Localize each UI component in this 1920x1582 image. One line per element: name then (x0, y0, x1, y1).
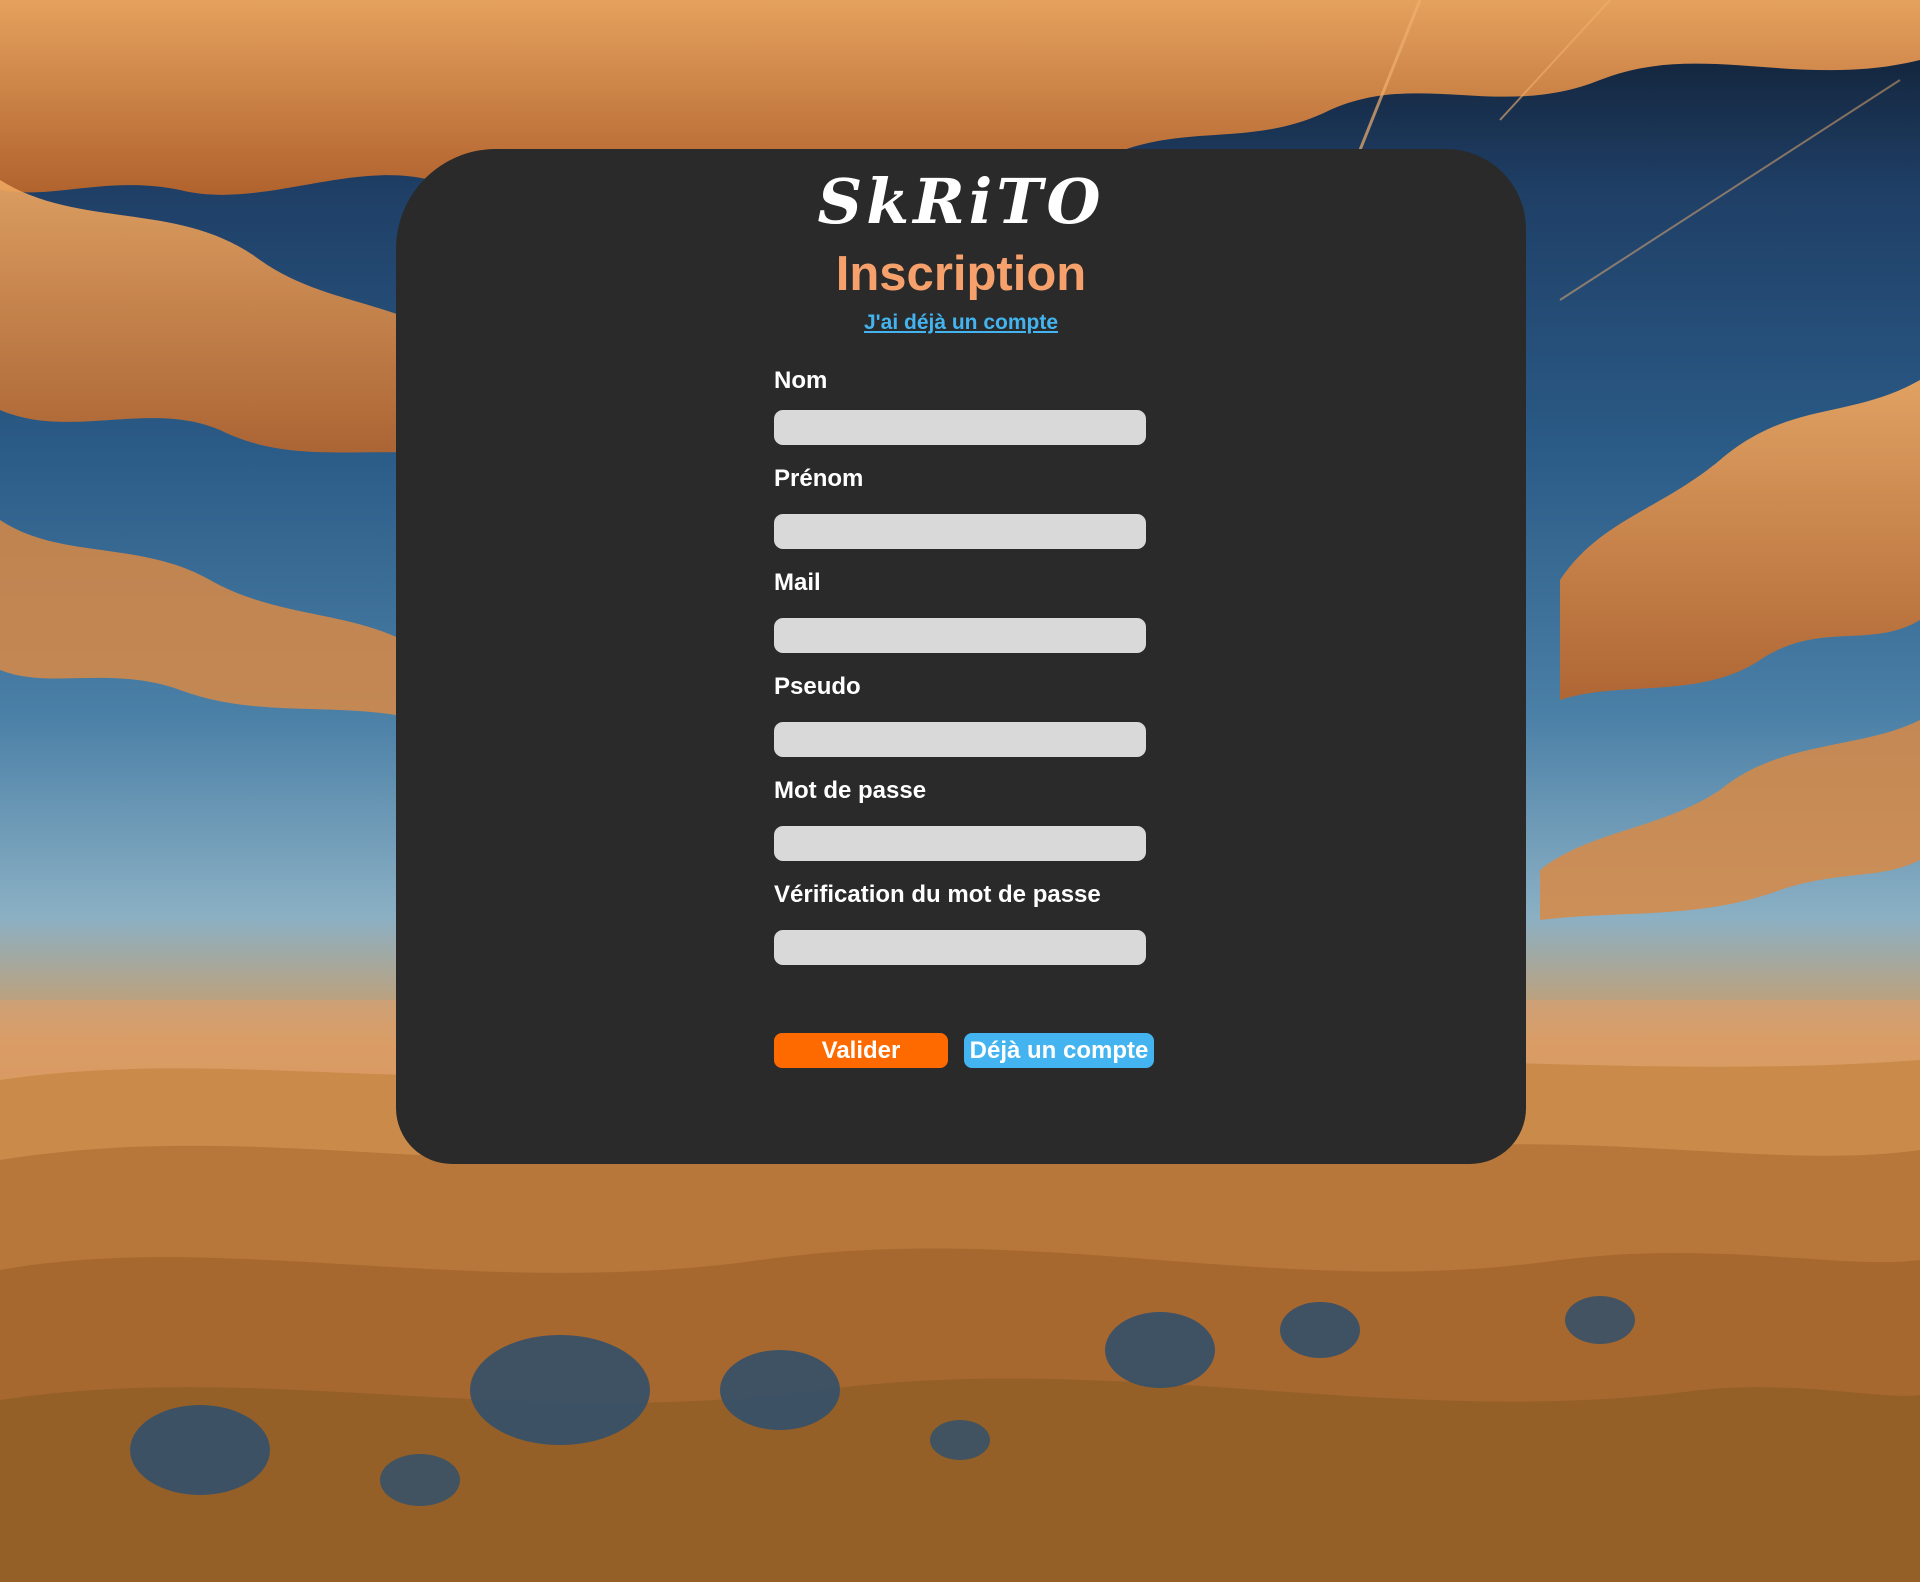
login-link-container: J'ai déjà un compte (396, 311, 1526, 335)
app-logo: SkRiTO (817, 165, 1105, 238)
password-confirm-label: Vérification du mot de passe (774, 881, 1101, 908)
submit-button[interactable]: Valider (774, 1033, 948, 1068)
nom-input[interactable] (774, 410, 1146, 445)
page-background: SkRiTO Inscription J'ai déjà un compte N… (0, 0, 1920, 1582)
password-input[interactable] (774, 826, 1146, 861)
prenom-input[interactable] (774, 514, 1146, 549)
nom-label: Nom (774, 367, 828, 394)
login-link[interactable]: J'ai déjà un compte (864, 311, 1058, 334)
page-title: Inscription (835, 247, 1087, 301)
existing-account-button[interactable]: Déjà un compte (964, 1033, 1154, 1068)
prenom-label: Prénom (774, 465, 864, 492)
mail-input[interactable] (774, 618, 1146, 653)
password-confirm-input[interactable] (774, 930, 1146, 965)
pseudo-label: Pseudo (774, 673, 861, 700)
registration-card: SkRiTO Inscription J'ai déjà un compte N… (396, 149, 1526, 1164)
pseudo-input[interactable] (774, 722, 1146, 757)
mail-label: Mail (774, 569, 821, 596)
password-label: Mot de passe (774, 777, 927, 804)
